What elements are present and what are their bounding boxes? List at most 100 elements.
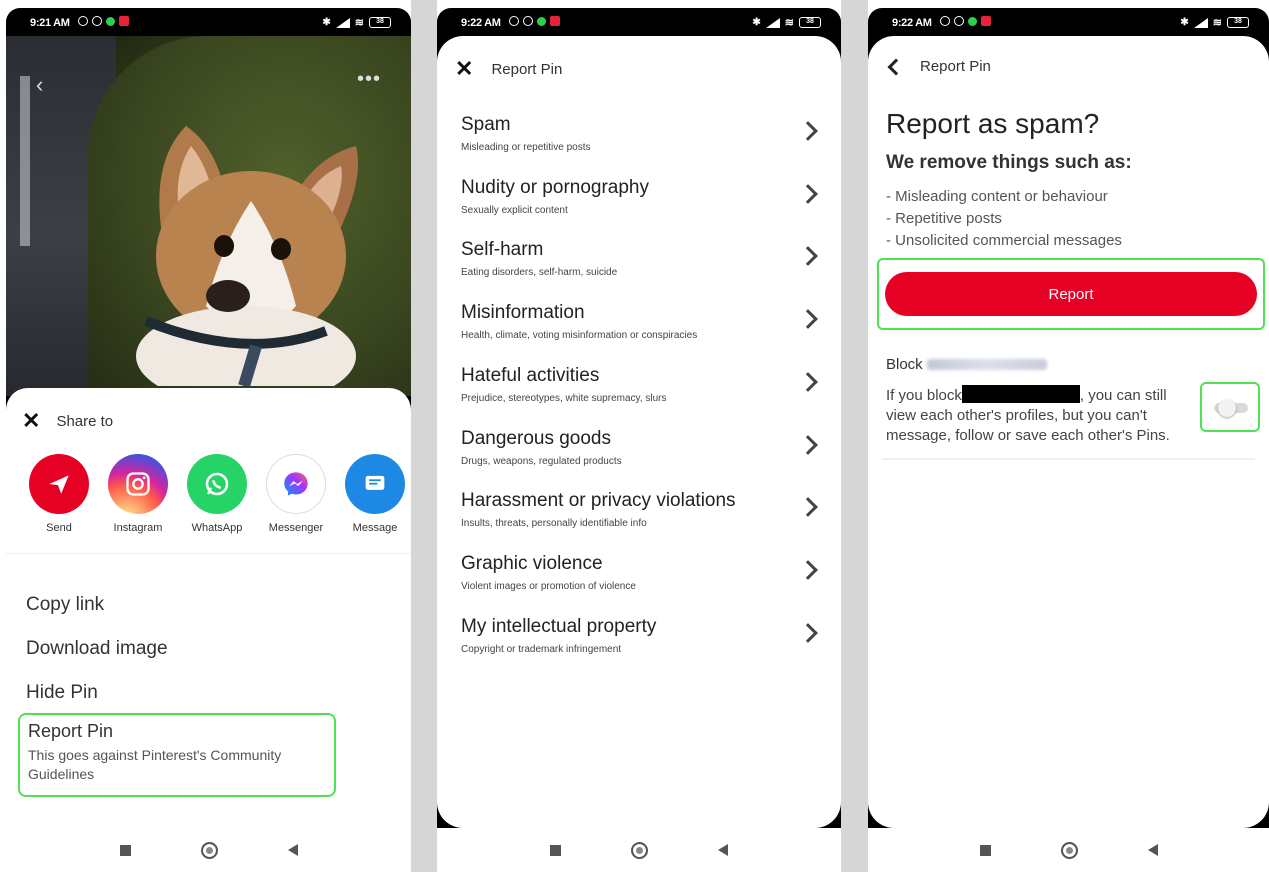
recents-icon[interactable] [550, 844, 561, 856]
android-nav-bar [437, 828, 841, 872]
alarm-icon [523, 16, 533, 26]
home-icon[interactable] [631, 841, 648, 859]
dialog-heading: Report as spam? [886, 108, 1100, 139]
reason-self-harm[interactable]: Self-harm Eating disorders, self-harm, su… [461, 239, 821, 299]
reason-title: Spam [461, 114, 511, 135]
nav-back-icon[interactable] [287, 844, 298, 856]
share-messenger-button[interactable]: Messenger [265, 454, 327, 534]
sync-icon [940, 16, 950, 26]
status-time: 9:22 AM [461, 17, 501, 29]
street-pole [20, 76, 30, 246]
phone-share-screen: 9:21 AM ✱ ≋ 38 ‹ ••• ✕ Share to Send Ins… [6, 8, 411, 872]
reason-description: Health, climate, voting misinformation o… [461, 330, 698, 341]
recents-icon[interactable] [979, 844, 991, 856]
notification-dot-icon [106, 16, 115, 26]
status-bar: 9:22 AM ✱ ≋ 38 [437, 8, 841, 36]
report-button-highlight: Report [877, 258, 1265, 330]
signal-icon [765, 17, 780, 28]
hide-pin-item[interactable]: Hide Pin [26, 682, 98, 704]
pin-image[interactable]: ‹ ••• [6, 36, 411, 396]
reason-title: Harassment or privacy violations [461, 490, 736, 511]
back-chevron-icon[interactable] [887, 58, 905, 75]
share-send-button[interactable]: Send [28, 454, 90, 534]
reason-spam[interactable]: Spam Misleading or repetitive posts [461, 114, 821, 174]
sync-icon [78, 16, 88, 26]
report-button[interactable]: Report [885, 272, 1257, 316]
bluetooth-icon: ✱ [752, 17, 761, 28]
share-app-label: WhatsApp [191, 522, 243, 534]
phone-report-spam-screen: 9:22 AM ✱ ≋ 38 Report Pin Report as spam? … [868, 8, 1269, 872]
reason-harassment[interactable]: Harassment or privacy violations Insults,… [461, 490, 821, 550]
reason-description: Violent images or promotion of violence [461, 581, 636, 592]
divider-gap [841, 0, 868, 872]
report-reasons-card: ✕ Report Pin Spam Misleading or repetitiv… [437, 36, 841, 828]
signal-icon [335, 17, 350, 28]
notification-dot-icon [537, 16, 546, 26]
dialog-subheading: We remove things such as: [886, 152, 1132, 173]
app-notification-icon [981, 16, 991, 26]
reason-nudity[interactable]: Nudity or pornography Sexually explicit c… [461, 177, 821, 237]
notification-dot-icon [968, 16, 977, 26]
block-label-text: Block [886, 356, 923, 373]
list-item: - Misleading content or behaviour [886, 188, 1108, 205]
back-icon[interactable]: ‹ [36, 72, 43, 98]
home-icon[interactable] [200, 841, 218, 859]
more-options-icon[interactable]: ••• [357, 68, 381, 91]
block-user-label: Block [886, 356, 1047, 373]
block-text-part1: If you block [886, 387, 962, 404]
reason-title: Misinformation [461, 302, 585, 323]
toggle-knob [1218, 399, 1236, 417]
copy-link-item[interactable]: Copy link [26, 594, 104, 616]
share-app-label: Messenger [268, 522, 324, 534]
reason-intellectual-property[interactable]: My intellectual property Copyright or tra… [461, 616, 821, 676]
report-pin-item[interactable]: Report Pin This goes against Pinterest's… [18, 713, 336, 797]
reason-title: My intellectual property [461, 616, 657, 637]
recents-icon[interactable] [119, 844, 131, 856]
block-user-toggle[interactable] [1214, 399, 1248, 417]
divider [882, 458, 1255, 460]
share-whatsapp-button[interactable]: WhatsApp [186, 454, 248, 534]
share-sheet: ✕ Share to Send Instagram WhatsApp Messe… [6, 388, 411, 828]
nav-back-icon[interactable] [718, 844, 728, 856]
wifi-icon: ≋ [354, 17, 364, 29]
share-message-button[interactable]: Message [344, 454, 406, 534]
close-icon[interactable]: ✕ [455, 58, 473, 80]
list-item: - Repetitive posts [886, 210, 1002, 227]
reason-description: Prejudice, stereotypes, white supremacy,… [461, 393, 667, 404]
alarm-icon [92, 16, 102, 26]
wifi-icon: ≋ [784, 17, 794, 29]
app-notification-icon [119, 16, 129, 26]
download-image-item[interactable]: Download image [26, 638, 168, 660]
reason-title: Dangerous goods [461, 428, 611, 449]
sync-icon [509, 16, 519, 26]
reason-hateful-activities[interactable]: Hateful activities Prejudice, stereotypes… [461, 365, 821, 425]
block-description: If you block, you can still view each ot… [886, 385, 1196, 446]
android-nav-bar [6, 828, 411, 872]
send-arrow-icon [29, 454, 89, 514]
status-time: 9:21 AM [30, 17, 70, 29]
instagram-icon [108, 454, 168, 514]
reason-description: Drugs, weapons, regulated products [461, 456, 622, 467]
nav-back-icon[interactable] [1147, 844, 1158, 856]
reason-description: Eating disorders, self-harm, suicide [461, 267, 618, 278]
reason-misinformation[interactable]: Misinformation Health, climate, voting mi… [461, 302, 821, 362]
alarm-icon [954, 16, 964, 26]
reason-dangerous-goods[interactable]: Dangerous goods Drugs, weapons, regulated… [461, 428, 821, 488]
messenger-icon [266, 454, 326, 514]
list-item: - Unsolicited commercial messages [886, 232, 1122, 249]
battery-icon: 38 [1227, 17, 1249, 28]
block-toggle-highlight [1200, 382, 1260, 432]
close-icon[interactable]: ✕ [22, 410, 40, 432]
report-spam-card: Report Pin Report as spam? We remove thi… [868, 36, 1269, 828]
report-pin-title: Report Pin [28, 721, 114, 741]
reason-graphic-violence[interactable]: Graphic violence Violent images or promot… [461, 553, 821, 613]
corgi-puppy-illustration [136, 126, 358, 386]
reason-title: Graphic violence [461, 553, 603, 574]
reason-description: Insults, threats, personally identifiabl… [461, 518, 647, 529]
android-nav-bar [868, 828, 1269, 872]
home-icon[interactable] [1060, 841, 1078, 859]
reason-title: Self-harm [461, 239, 544, 260]
share-app-label: Send [46, 522, 72, 534]
share-instagram-button[interactable]: Instagram [107, 454, 169, 534]
phone-report-reasons-screen: 9:22 AM ✱ ≋ 38 ✕ Report Pin Spam Misleading… [437, 8, 841, 872]
